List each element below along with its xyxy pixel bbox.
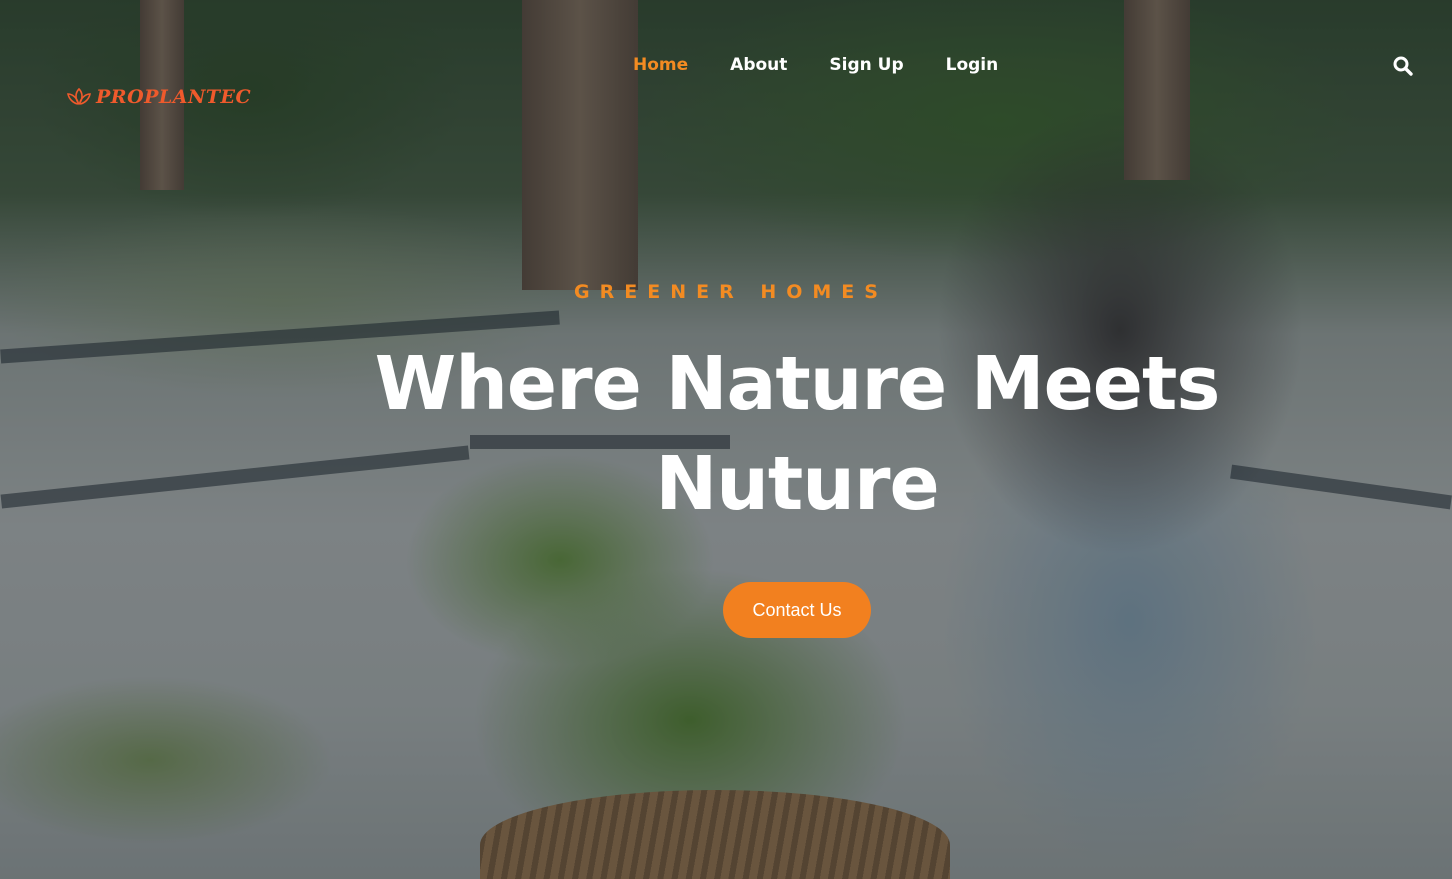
hero-eyebrow: GREENER HOMES xyxy=(574,281,888,303)
brand-logo[interactable]: PROPLANTEC xyxy=(66,86,251,108)
search-icon xyxy=(1393,56,1413,76)
brand-name: PROPLANTEC xyxy=(96,86,252,108)
nav-home[interactable]: Home xyxy=(612,53,709,77)
nav-sign-up[interactable]: Sign Up xyxy=(808,53,924,77)
main-nav: Home About Sign Up Login xyxy=(612,53,1019,77)
hero-headline: Where Nature Meets Nuture xyxy=(374,341,1221,527)
contact-us-button[interactable]: Contact Us xyxy=(723,582,871,638)
search-button[interactable] xyxy=(1392,55,1414,77)
hero-section: PROPLANTEC Home About Sign Up Login GREE… xyxy=(0,0,1452,879)
nav-about[interactable]: About xyxy=(709,53,808,77)
lotus-leaf-icon xyxy=(67,87,91,106)
nav-login[interactable]: Login xyxy=(925,53,1020,77)
